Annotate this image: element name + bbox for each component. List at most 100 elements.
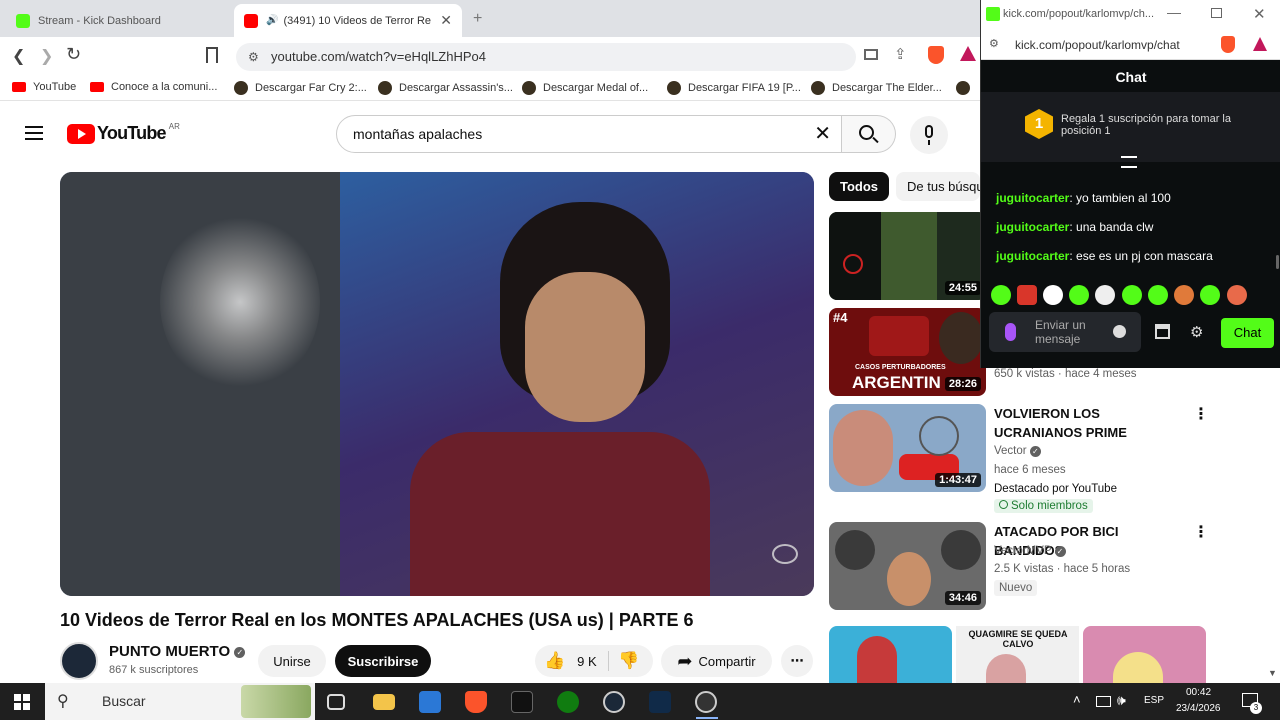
related-channel-3[interactable]: Vector ✓ — [994, 445, 1041, 457]
related-thumbnail-5[interactable] — [829, 626, 952, 683]
search-button[interactable] — [842, 115, 896, 153]
video-player[interactable] — [60, 172, 814, 596]
youtube-play-icon — [67, 123, 95, 144]
bookmark-comunidad[interactable]: Conoce a la comuni... — [90, 81, 217, 93]
clear-search-icon[interactable]: ✕ — [814, 116, 831, 152]
store-app-icon[interactable] — [419, 691, 441, 713]
verified-icon: ✓ — [1054, 546, 1066, 557]
xbox-icon[interactable] — [557, 691, 579, 713]
related-thumbnail-3[interactable]: 1:43:47 — [829, 404, 986, 492]
new-tab-icon[interactable]: + — [473, 10, 482, 28]
chat-scrollbar[interactable] — [1276, 255, 1279, 269]
address-bar[interactable]: ⚙ youtube.com/watch?v=eHqlLZhHPo4 — [236, 43, 856, 71]
brave-shields-icon[interactable] — [1221, 36, 1235, 53]
tab-youtube-video[interactable]: 🔊 (3491) 10 Videos de Terror Re ✕ — [234, 4, 462, 37]
emote-icon[interactable] — [1148, 285, 1168, 305]
scroll-down-icon[interactable]: ▼ — [1268, 668, 1277, 678]
steam-icon[interactable] — [603, 691, 625, 713]
clock-time[interactable]: 00:42 — [1186, 687, 1211, 698]
file-explorer-icon[interactable] — [373, 694, 395, 710]
related-menu-icon[interactable]: ⋮ — [1193, 522, 1209, 542]
channel-watermark-icon[interactable] — [772, 544, 798, 564]
emoji-picker-icon[interactable] — [1113, 325, 1126, 338]
disney-plus-icon[interactable] — [649, 691, 671, 713]
task-view-icon[interactable] — [327, 694, 345, 710]
emote-icon[interactable] — [1069, 285, 1089, 305]
windows-start-icon[interactable] — [14, 694, 30, 710]
related-thumbnail-4[interactable]: 34:46 — [829, 522, 986, 610]
gift-sub-banner[interactable]: 1 Regala 1 suscripción para tomar la pos… — [981, 92, 1280, 162]
emote-icon[interactable] — [1095, 285, 1115, 305]
search-input[interactable]: montañas apalaches ✕ — [336, 115, 842, 153]
language-indicator[interactable]: ESP — [1144, 695, 1164, 706]
related-channel-4[interactable]: VectorMVP ✓ — [994, 545, 1066, 557]
bookmark-more[interactable] — [956, 81, 977, 95]
dislike-icon[interactable]: 👎 — [618, 651, 639, 671]
related-menu-icon[interactable]: ⋮ — [1193, 404, 1209, 424]
forward-icon[interactable]: ❯ — [40, 46, 53, 66]
subscribe-button[interactable]: Suscribirse — [335, 645, 431, 677]
bookmark-far-cry[interactable]: Descargar Far Cry 2:... — [234, 81, 367, 95]
minimize-icon[interactable]: — — [1167, 4, 1181, 20]
related-title-3[interactable]: VOLVIERON LOS UCRANIANOS PRIME — [994, 404, 1184, 442]
store-icon[interactable] — [1155, 324, 1170, 339]
join-button[interactable]: Unirse — [258, 645, 326, 677]
emote-icon[interactable] — [1174, 285, 1194, 305]
brave-browser-icon[interactable] — [465, 691, 487, 713]
show-hidden-icons[interactable]: ˄ — [1073, 692, 1081, 707]
chat-input[interactable]: Enviar un mensaje — [989, 312, 1141, 352]
related-thumbnail-1[interactable]: 24:55 — [829, 212, 986, 300]
send-chat-button[interactable]: Chat — [1221, 318, 1274, 348]
channel-name[interactable]: PUNTO MUERTO ✓ — [109, 643, 246, 660]
emote-icon[interactable] — [1227, 285, 1247, 305]
share-icon[interactable]: ⇪ — [894, 45, 907, 63]
tab-kick-dashboard[interactable]: Stream - Kick Dashboard — [6, 4, 232, 37]
close-window-icon[interactable]: ✕ — [1253, 5, 1266, 23]
bookmark-assassins[interactable]: Descargar Assassin's... — [378, 81, 513, 95]
clock-date[interactable]: 23/4/2026 — [1176, 703, 1221, 714]
emote-icon[interactable] — [1043, 285, 1063, 305]
obs-icon[interactable] — [695, 691, 717, 713]
menu-icon[interactable] — [25, 126, 43, 140]
like-icon[interactable]: 👍 — [544, 651, 565, 671]
like-count[interactable]: 9 K — [577, 654, 597, 669]
browser-toolbar: ❮ ❯ ↻ ⚙ youtube.com/watch?v=eHqlLZhHPo4 … — [0, 37, 980, 77]
volume-icon[interactable]: 🕪 — [1117, 692, 1126, 709]
voice-search-button[interactable] — [910, 116, 948, 154]
emote-icon[interactable] — [1200, 285, 1220, 305]
related-thumbnail-2[interactable]: #4 CASOS PERTURBADORES ARGENTIN 28:26 — [829, 308, 986, 396]
related-thumbnail-7[interactable] — [1083, 626, 1206, 683]
maximize-icon[interactable] — [1211, 8, 1222, 18]
site-settings-icon[interactable]: ⚙ — [989, 37, 999, 50]
emote-icon[interactable] — [1122, 285, 1142, 305]
brave-shields-icon[interactable] — [928, 46, 944, 64]
emote-icon[interactable] — [1017, 285, 1037, 305]
more-actions-button[interactable]: ⋯ — [781, 645, 813, 677]
chip-todos[interactable]: Todos — [829, 172, 890, 201]
bookmark-elder[interactable]: Descargar The Elder... — [811, 81, 942, 95]
youtube-logo[interactable]: YouTube AR — [67, 122, 180, 144]
bookmark-fifa[interactable]: Descargar FIFA 19 [P... — [667, 81, 801, 95]
chip-de-tus-busquedas[interactable]: De tus búsqu — [896, 172, 980, 201]
emote-icon[interactable] — [991, 285, 1011, 305]
related-thumbnail-6[interactable]: QUAGMIRE SE QUEDA CALVO — [956, 626, 1079, 683]
epic-games-icon[interactable] — [511, 691, 533, 713]
back-icon[interactable]: ❮ — [12, 46, 25, 66]
bookmarks-bar: YouTube Conoce a la comuni... Descargar … — [0, 77, 980, 101]
kick-address-bar[interactable]: ⚙ kick.com/popout/karlomvp/chat — [981, 31, 1280, 60]
network-icon[interactable] — [1096, 696, 1111, 707]
brave-rewards-icon[interactable] — [1253, 37, 1267, 51]
share-button[interactable]: ➦ Compartir — [661, 645, 772, 677]
bookmark-icon[interactable] — [206, 47, 218, 63]
close-tab-icon[interactable]: ✕ — [440, 12, 452, 29]
site-settings-icon[interactable]: ⚙ — [248, 43, 259, 71]
bookmark-youtube[interactable]: YouTube — [12, 81, 76, 93]
taskbar-search[interactable]: ⚲ Buscar — [45, 683, 315, 720]
bookmark-medal[interactable]: Descargar Medal of... — [522, 81, 648, 95]
cast-icon[interactable] — [864, 49, 878, 60]
brave-rewards-icon[interactable] — [960, 46, 976, 61]
reload-icon[interactable]: ↻ — [66, 44, 81, 65]
channel-avatar[interactable] — [60, 642, 98, 680]
settings-icon[interactable]: ⚙ — [1190, 323, 1203, 341]
ferris-wheel-shape — [919, 416, 959, 456]
